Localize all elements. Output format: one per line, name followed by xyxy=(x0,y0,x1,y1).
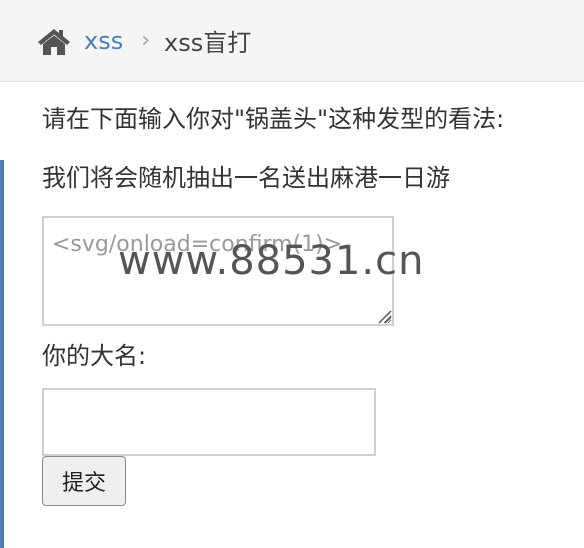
comment-textarea[interactable]: <svg/onload=confirm(1)> xyxy=(42,216,394,326)
name-input[interactable] xyxy=(42,388,376,456)
left-accent-bar xyxy=(0,160,4,548)
intro-text: 请在下面输入你对"锅盖头"这种发型的看法: xyxy=(42,105,505,133)
prize-text: 我们将会随机抽出一名送出麻港一日游 xyxy=(42,164,450,192)
breadcrumb-link-xss[interactable]: xss xyxy=(84,27,123,55)
feedback-form: 请在下面输入你对"锅盖头"这种发型的看法: 我们将会随机抽出一名送出麻港一日游 … xyxy=(42,82,582,506)
breadcrumb: xss › xss盲打 xyxy=(0,0,584,82)
home-icon[interactable] xyxy=(36,26,72,56)
name-label: 你的大名: xyxy=(42,342,147,370)
breadcrumb-current-page: xss盲打 xyxy=(164,29,252,57)
resize-grip-icon[interactable] xyxy=(376,308,392,324)
breadcrumb-separator: › xyxy=(141,28,151,53)
submit-button[interactable]: 提交 xyxy=(42,456,126,506)
